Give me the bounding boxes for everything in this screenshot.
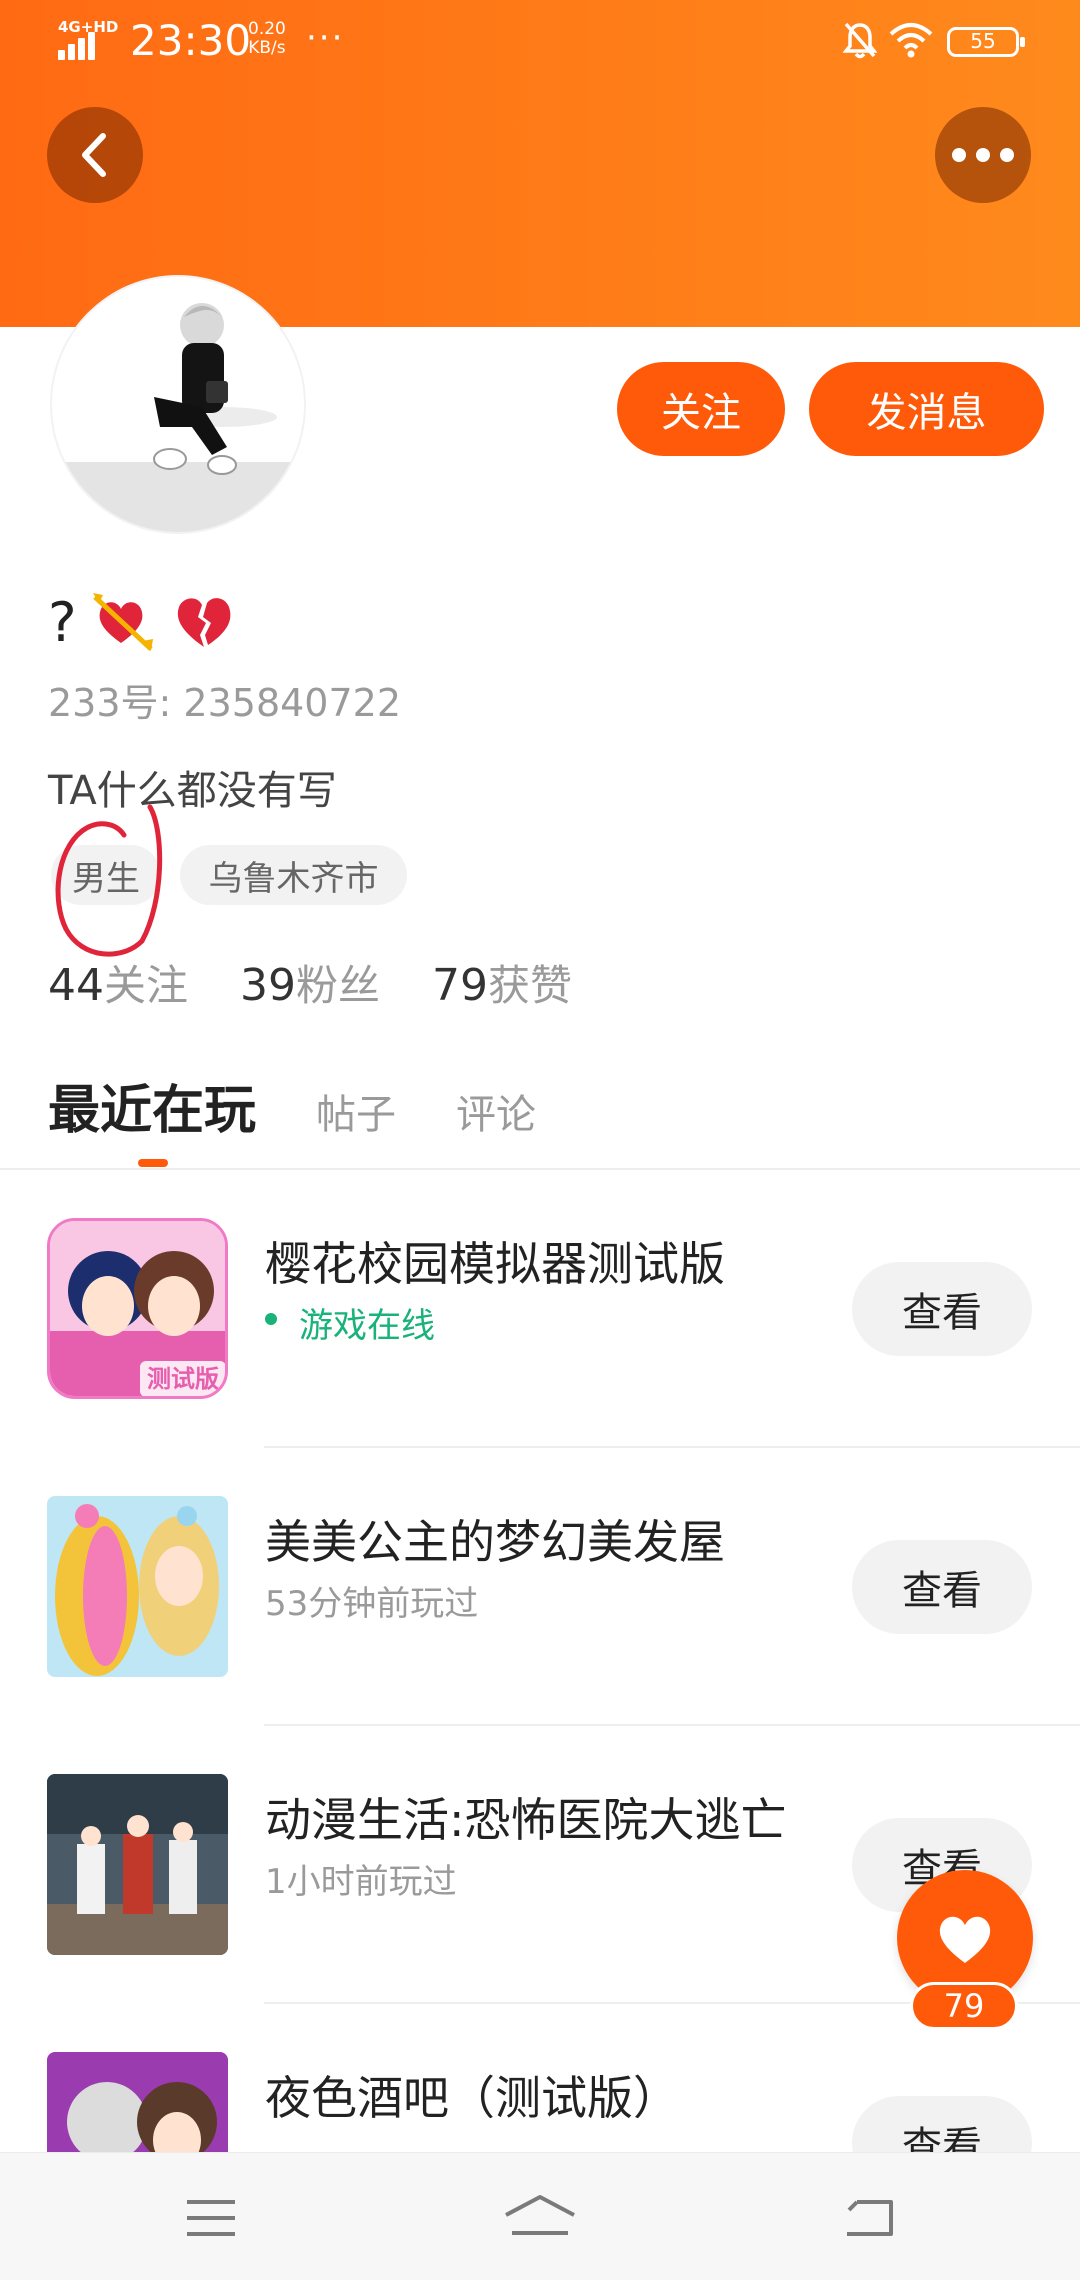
stat-likes[interactable]: 79获赞 bbox=[432, 952, 572, 1013]
menu-button[interactable] bbox=[171, 2183, 251, 2253]
broken-heart-icon bbox=[177, 598, 231, 647]
list-item[interactable]: 测试版 樱花校园模拟器测试版 游戏在线 查看 bbox=[0, 1170, 1080, 1448]
tab-recent-games[interactable]: 最近在玩 bbox=[48, 1068, 256, 1143]
hand-drawn-circle-annotation bbox=[55, 804, 163, 957]
profile-tabs: 最近在玩 帖子 评论 bbox=[48, 1068, 536, 1158]
tab-indicator bbox=[138, 1159, 168, 1167]
stat-label: 获赞 bbox=[488, 961, 573, 1010]
return-icon bbox=[847, 2200, 893, 2236]
bell-off-icon bbox=[843, 22, 877, 59]
game-title: 动漫生活:恐怖医院大逃亡 bbox=[265, 1793, 787, 1847]
stat-number: 44 bbox=[48, 960, 104, 1011]
chevron-left-icon bbox=[82, 133, 106, 177]
profile-page: 4G+HD 23:30 0.20 KB/s ··· 55 关注 发消息 ? 23… bbox=[0, 0, 1080, 2280]
more-button[interactable] bbox=[935, 107, 1031, 203]
game-title: 樱花校园模拟器测试版 bbox=[265, 1237, 725, 1291]
game-last-played: 53分钟前玩过 bbox=[265, 1584, 479, 1624]
avatar[interactable] bbox=[52, 277, 304, 532]
stats-row: 44关注 39粉丝 79获赞 bbox=[48, 952, 572, 1018]
tab-posts[interactable]: 帖子 bbox=[316, 1082, 396, 1140]
game-status-text: 游戏在线 bbox=[299, 1306, 435, 1346]
back-nav-button[interactable] bbox=[829, 2183, 909, 2253]
back-button[interactable] bbox=[47, 107, 143, 203]
network-speed: 0.20 KB/s bbox=[248, 20, 286, 58]
home-icon bbox=[505, 2195, 575, 2235]
home-button[interactable] bbox=[500, 2183, 580, 2253]
game-status-online: 游戏在线 bbox=[265, 1298, 435, 1347]
speed-unit: KB/s bbox=[248, 38, 286, 58]
city-tag: 乌鲁木齐市 bbox=[180, 845, 407, 905]
list-item[interactable]: 美美公主的梦幻美发屋 53分钟前玩过 查看 bbox=[0, 1448, 1080, 1726]
heart-icon bbox=[939, 1916, 991, 1963]
follow-button[interactable]: 关注 bbox=[617, 362, 785, 456]
game-title: 夜色酒吧（测试版） bbox=[265, 2071, 679, 2125]
stat-following[interactable]: 44关注 bbox=[48, 952, 188, 1013]
stat-fans[interactable]: 39粉丝 bbox=[240, 952, 380, 1013]
game-title: 美美公主的梦幻美发屋 bbox=[265, 1515, 725, 1569]
game-last-played: 1小时前玩过 bbox=[265, 1862, 457, 1902]
stat-label: 粉丝 bbox=[296, 961, 381, 1010]
stat-label: 关注 bbox=[104, 961, 189, 1010]
wifi-icon bbox=[889, 23, 933, 58]
user-id: 233号: 235840722 bbox=[48, 681, 402, 725]
game-icon: 测试版 bbox=[47, 1218, 228, 1399]
svg-text:测试版: 测试版 bbox=[147, 1365, 219, 1393]
game-icon bbox=[47, 1496, 228, 1677]
battery-icon: 55 bbox=[947, 27, 1025, 57]
stat-number: 39 bbox=[240, 960, 297, 1011]
like-count-badge: 79 bbox=[910, 1982, 1018, 2030]
speed-value: 0.20 bbox=[248, 19, 286, 39]
online-dot bbox=[265, 1313, 277, 1325]
status-time: 23:30 bbox=[130, 16, 252, 65]
menu-icon bbox=[187, 2200, 235, 2236]
nickname: ? bbox=[48, 587, 237, 657]
system-navigation-bar bbox=[0, 2152, 1080, 2280]
more-horizontal-icon bbox=[952, 148, 1014, 162]
view-button[interactable]: 查看 bbox=[852, 1540, 1032, 1634]
send-message-button[interactable]: 发消息 bbox=[809, 362, 1044, 456]
view-button[interactable]: 查看 bbox=[852, 1262, 1032, 1356]
heart-arrow-icon bbox=[92, 593, 153, 651]
signal-icon: 4G+HD bbox=[58, 18, 118, 60]
stat-number: 79 bbox=[432, 960, 489, 1011]
tab-comments[interactable]: 评论 bbox=[456, 1082, 536, 1140]
nickname-text: ? bbox=[48, 590, 77, 654]
status-bar: 4G+HD 23:30 0.20 KB/s ··· 55 bbox=[0, 0, 1080, 90]
game-icon bbox=[47, 1774, 228, 1955]
status-more-icon: ··· bbox=[306, 18, 345, 58]
